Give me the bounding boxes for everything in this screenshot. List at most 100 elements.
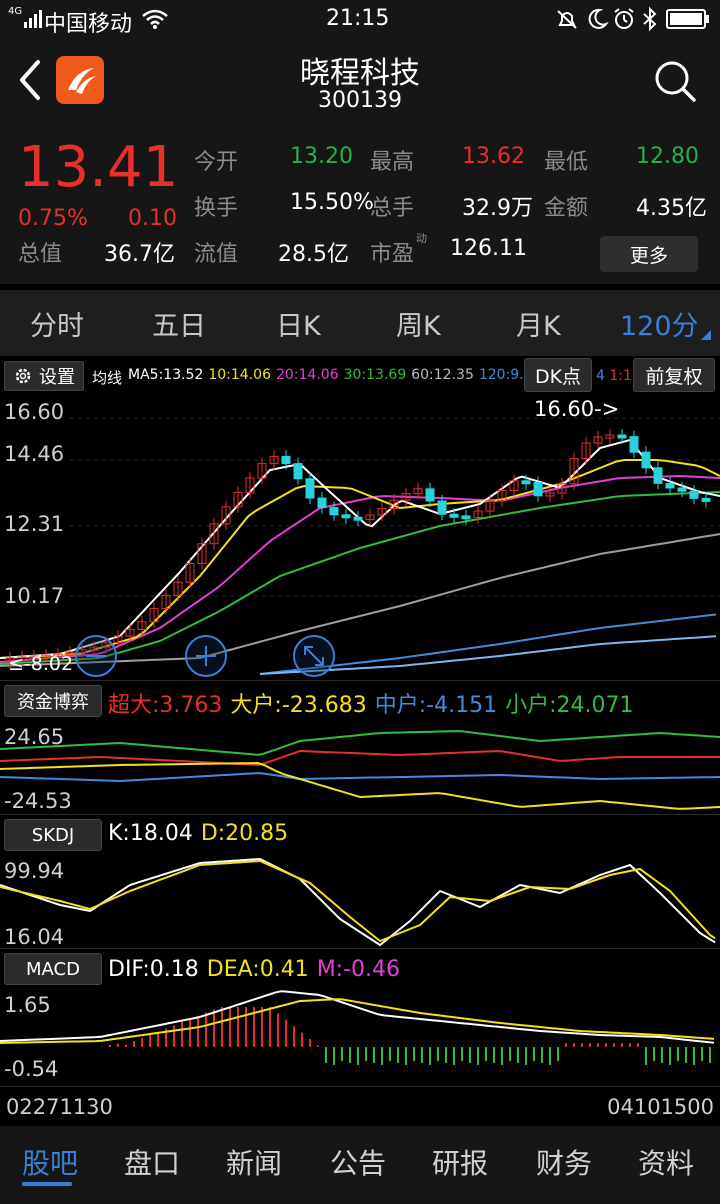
change-percent: 0.75% (18, 206, 88, 231)
candle-body (281, 455, 291, 465)
bottom-nav-item-2[interactable]: 新闻 (226, 1142, 282, 1182)
large-holder-line (0, 762, 720, 810)
bottom-nav-item-5[interactable]: 财务 (536, 1142, 592, 1182)
end-date: 04101500 (607, 1095, 714, 1119)
candle-body (617, 434, 627, 439)
quote-label: 换手 (194, 196, 239, 221)
tab-1[interactable]: 五日 (152, 304, 206, 343)
more-button[interactable]: 更多 (600, 236, 698, 272)
capital-value: 超大:3.763 (108, 693, 223, 718)
quote-value: 13.62 (462, 144, 525, 169)
candle-body (629, 436, 639, 453)
small-holder-line (0, 730, 720, 756)
fullscreen-icon[interactable] (292, 634, 336, 678)
capital-button[interactable]: 资金博弈 (4, 685, 102, 717)
kline-y-label: 12.31 (4, 512, 65, 536)
change-amount: 0.10 (128, 206, 177, 231)
quote-label: 流值 (194, 242, 239, 267)
macd-canvas (0, 990, 715, 1065)
carrier-name: 中国移动 (44, 12, 133, 37)
quote-label: 最高 (370, 150, 415, 175)
adjust-button[interactable]: 前复权 (633, 358, 715, 392)
candle-body (341, 514, 351, 519)
macd-value: M:-0.46 (316, 957, 401, 982)
stock-header: 晓程科技 300139 (0, 40, 720, 124)
candle-body (521, 480, 531, 485)
search-icon[interactable] (652, 58, 698, 104)
macd-value: DEA:0.41 (206, 957, 309, 982)
macd-dif-line (0, 990, 715, 1044)
candle-body (689, 490, 699, 499)
bottom-nav-item-1[interactable]: 盘口 (124, 1142, 180, 1182)
quote-value: 28.5亿 (278, 242, 349, 267)
quote-value: 12.80 (636, 144, 699, 169)
clock: 21:15 (326, 6, 390, 31)
macd-value: DIF:0.18 (108, 957, 199, 982)
network-type: 4G (8, 6, 23, 17)
capital-panel: 资金博弈 超大:3.763 大户:-23.683 中户:-4.151 小户:24.07… (0, 680, 720, 814)
candle-body (665, 482, 675, 489)
candle-body (461, 515, 471, 520)
quote-value: 13.20 (290, 144, 353, 169)
candle-body (305, 478, 315, 499)
zoom-out-icon[interactable] (74, 634, 118, 678)
bottom-nav-item-6[interactable]: 资料 (638, 1142, 694, 1182)
tab-3[interactable]: 周K (396, 304, 441, 343)
quote-value: 15.50% (290, 190, 374, 215)
skdj-value: D:20.85 (200, 821, 289, 846)
kline-y-label: 10.17 (4, 584, 65, 608)
ma-toolbar: 设置 均线 MA5:13.52 10:14.06 20:14.06 30:13.69 6… (0, 358, 720, 394)
bottom-nav-item-0[interactable]: 股吧 (22, 1142, 78, 1182)
kline-y-label: 16.60 (4, 400, 65, 424)
bottom-nav-item-3[interactable]: 公告 (330, 1142, 386, 1182)
bottom-nav: 股吧 盘口 新闻 公告 研报 财务 资料 (0, 1126, 720, 1204)
macd-y-label: 1.65 (4, 993, 51, 1017)
date-axis: 02271130 04101500 (0, 1086, 720, 1124)
tab-4[interactable]: 月K (516, 304, 561, 343)
tab-5[interactable]: 120分 (620, 304, 699, 343)
quote-label: 今开 (194, 150, 239, 175)
skdj-canvas (0, 857, 716, 947)
macd-button[interactable]: MACD (4, 953, 102, 985)
candle-body (449, 513, 459, 518)
status-bar: 4G 中国移动 21:15 (0, 0, 720, 40)
capital-value: 中户:-4.151 (374, 693, 498, 718)
settings-button[interactable]: 设置 (4, 361, 84, 391)
candle-body (293, 463, 303, 480)
capital-y-label: 24.65 (4, 725, 65, 749)
zoom-in-icon[interactable] (184, 634, 228, 678)
settings-label: 设置 (39, 367, 75, 388)
tab-0[interactable]: 分时 (30, 304, 84, 343)
tab-2[interactable]: 日K (276, 304, 321, 343)
macd-y-label: -0.54 (4, 1057, 59, 1081)
candle-body (353, 516, 363, 521)
last-price: 13.41 (18, 135, 179, 200)
macd-panel: MACD DIF:0.18 DEA:0.41 M:-0.46 1.65 -0.54 (0, 948, 720, 1084)
quote-label: 市盈 (370, 242, 415, 267)
skdj-value: K:18.04 (108, 821, 193, 846)
quote-label: 最低 (544, 150, 589, 175)
kline-y-label: 14.46 (4, 442, 65, 466)
quote-value: 32.9万 (462, 196, 533, 221)
tab-dropdown-icon[interactable] (701, 330, 711, 340)
active-indicator (22, 1182, 72, 1186)
ma-overflow: 4 1:1 (596, 368, 632, 384)
ma-value: 60:12.35 (411, 367, 474, 383)
quote-label: 总手 (370, 196, 415, 221)
candle-body (425, 488, 435, 502)
candle-body (701, 497, 711, 502)
stock-code: 300139 (318, 88, 402, 113)
kline-chart[interactable]: 16.60 14.46 12.31 10.17 ≤-8.02 16.60-> (0, 396, 720, 678)
capital-canvas (0, 730, 720, 810)
bottom-nav-item-4[interactable]: 研报 (432, 1142, 488, 1182)
gear-icon (13, 366, 33, 386)
capital-value: 大户:-23.683 (230, 693, 367, 718)
skdj-button[interactable]: SKDJ (4, 819, 102, 851)
skdj-y-label: 16.04 (4, 925, 65, 949)
ma-value: 120:9.8 (478, 367, 528, 383)
candle-body (641, 451, 651, 469)
medium-holder-line (0, 772, 720, 783)
ma10-line (0, 459, 720, 659)
dk-point-button[interactable]: DK点 (524, 358, 592, 392)
skdj-y-label: 99.94 (4, 859, 65, 883)
